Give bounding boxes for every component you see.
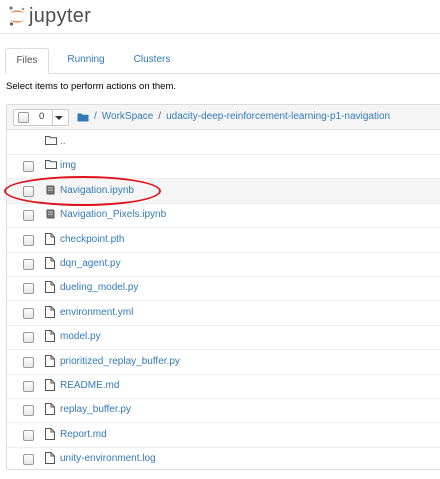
breadcrumb-root[interactable]: / bbox=[94, 111, 97, 122]
file-name-link[interactable]: Navigation.ipynb bbox=[60, 185, 134, 196]
row-checkbox[interactable] bbox=[23, 161, 34, 173]
select-all-checkbox[interactable] bbox=[18, 112, 29, 123]
breadcrumb-item-project[interactable]: udacity-deep-reinforcement-learning-p1-n… bbox=[166, 111, 390, 122]
breadcrumb-item-workspace[interactable]: WorkSpace bbox=[102, 111, 154, 122]
file-name-link[interactable]: replay_buffer.py bbox=[60, 404, 131, 415]
file-row[interactable]: .. bbox=[7, 130, 440, 155]
file-name-link[interactable]: model.py bbox=[60, 331, 101, 342]
file-row[interactable]: dqn_agent.py bbox=[7, 252, 440, 277]
breadcrumb: / WorkSpace / udacity-deep-reinforcement… bbox=[77, 111, 395, 122]
breadcrumb-separator: / bbox=[158, 111, 162, 122]
file-name-link[interactable]: .. bbox=[60, 136, 66, 147]
notebook-icon bbox=[45, 208, 56, 223]
row-checkbox[interactable] bbox=[23, 405, 34, 417]
tab-bar: Files Running Clusters bbox=[5, 48, 440, 74]
jupyter-logo-icon bbox=[9, 6, 25, 26]
file-name-link[interactable]: dqn_agent.py bbox=[60, 258, 121, 269]
row-checkbox[interactable] bbox=[23, 429, 34, 441]
file-icon bbox=[45, 330, 55, 345]
file-row[interactable]: model.py bbox=[7, 325, 440, 351]
tab-running[interactable]: Running bbox=[57, 48, 115, 72]
file-name-link[interactable]: Report.md bbox=[60, 429, 107, 440]
file-row[interactable]: checkpoint.pth bbox=[7, 228, 440, 253]
notebook-icon bbox=[45, 184, 56, 199]
row-checkbox[interactable] bbox=[23, 210, 34, 222]
instructions-text: Select items to perform actions on them. bbox=[6, 81, 177, 92]
row-checkbox[interactable] bbox=[23, 283, 34, 295]
file-name-link[interactable]: unity-environment.log bbox=[60, 453, 156, 464]
file-row[interactable]: replay_buffer.py bbox=[7, 398, 440, 424]
file-icon bbox=[45, 232, 55, 248]
row-checkbox[interactable] bbox=[23, 332, 34, 344]
file-name-link[interactable]: checkpoint.pth bbox=[60, 234, 125, 245]
file-icon bbox=[45, 452, 55, 467]
file-icon bbox=[45, 257, 55, 272]
file-name-link[interactable]: README.md bbox=[60, 380, 119, 391]
row-checkbox[interactable] bbox=[23, 381, 34, 392]
file-row[interactable]: Report.md bbox=[7, 423, 440, 448]
file-icon bbox=[45, 354, 55, 370]
file-name-link[interactable]: dueling_model.py bbox=[60, 282, 138, 293]
row-checkbox[interactable] bbox=[23, 454, 34, 466]
file-name-link[interactable]: Navigation_Pixels.ipynb bbox=[60, 209, 166, 220]
row-checkbox[interactable] bbox=[23, 234, 34, 246]
file-name-link[interactable]: prioritized_replay_buffer.py bbox=[60, 356, 180, 367]
row-checkbox[interactable] bbox=[23, 185, 34, 197]
file-row[interactable]: prioritized_replay_buffer.py bbox=[7, 350, 440, 375]
header-divider bbox=[0, 33, 440, 34]
select-all-dropdown[interactable]: 0 bbox=[13, 109, 69, 126]
row-checkbox[interactable] bbox=[23, 307, 34, 319]
file-icon bbox=[45, 379, 55, 394]
file-row[interactable]: img bbox=[7, 154, 440, 180]
file-row[interactable]: unity-environment.log bbox=[7, 447, 440, 471]
jupyter-logo[interactable]: jupyter bbox=[8, 4, 91, 28]
file-row[interactable]: dueling_model.py bbox=[7, 276, 440, 302]
folder-icon bbox=[45, 159, 57, 172]
file-list-header: 0 / WorkSpace / udacity-deep-reinforceme… bbox=[7, 105, 440, 130]
jupyter-logo-text: jupyter bbox=[29, 4, 92, 27]
file-row[interactable]: Navigation_Pixels.ipynb bbox=[7, 203, 440, 229]
row-checkbox[interactable] bbox=[23, 356, 34, 368]
row-checkbox[interactable] bbox=[23, 259, 34, 270]
folder-icon bbox=[45, 135, 57, 148]
file-row[interactable]: README.md bbox=[7, 374, 440, 399]
tab-clusters[interactable]: Clusters bbox=[123, 48, 181, 72]
file-name-link[interactable]: img bbox=[60, 160, 76, 171]
file-icon bbox=[45, 403, 55, 418]
file-row[interactable]: environment.yml bbox=[7, 301, 440, 326]
file-icon bbox=[45, 305, 55, 321]
tab-files[interactable]: Files bbox=[5, 48, 49, 74]
dropdown-divider bbox=[52, 110, 53, 125]
selected-count: 0 bbox=[39, 111, 45, 122]
file-icon bbox=[45, 281, 55, 296]
folder-icon[interactable] bbox=[77, 112, 89, 122]
file-row[interactable]: Navigation.ipynb bbox=[7, 178, 440, 204]
file-icon bbox=[45, 427, 55, 443]
file-list: 0 / WorkSpace / udacity-deep-reinforceme… bbox=[6, 104, 440, 470]
file-name-link[interactable]: environment.yml bbox=[60, 307, 133, 318]
chevron-down-icon[interactable] bbox=[55, 116, 63, 120]
